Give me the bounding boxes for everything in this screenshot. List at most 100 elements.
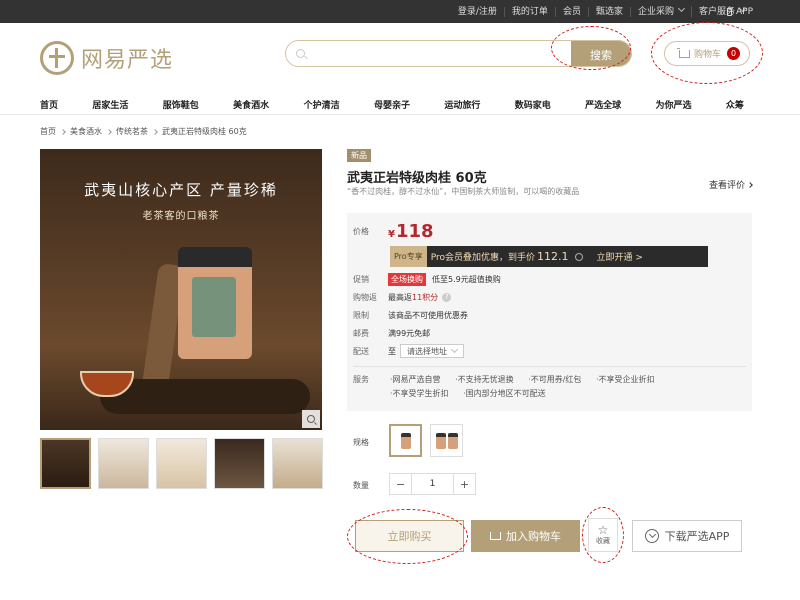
address-select[interactable]: 请选择地址 xyxy=(400,344,464,358)
price-panel: 价格 ¥118 Pro专享 Pro会员叠加优惠，到手价 112.1 立即开通 >… xyxy=(347,213,752,411)
spec-option[interactable] xyxy=(389,424,422,457)
logo[interactable]: 网易严选 xyxy=(40,41,173,75)
spec-option[interactable] xyxy=(430,424,463,457)
cart-icon xyxy=(490,532,501,540)
download-app-label: 下载严选APP xyxy=(664,530,730,543)
quantity-minus-button[interactable]: − xyxy=(390,474,412,494)
review-link-label: 查看评价 xyxy=(708,181,745,191)
price-number: 118 xyxy=(395,221,434,242)
promo-row: 促销 全场换购 低至5.9元超值换购 xyxy=(353,273,501,286)
quantity-label: 数量 xyxy=(353,481,369,490)
thumbnail[interactable] xyxy=(272,438,323,489)
product-info: 新品 武夷正岩特级肉桂 60克 “香不过肉桂，醇不过水仙”，中国制茶大师监制，可… xyxy=(347,149,753,196)
points-value: 11积分 xyxy=(412,293,439,302)
shipping-text: 满99元免邮 xyxy=(388,329,431,338)
app-link[interactable]: APP xyxy=(727,0,753,23)
login-link[interactable]: 登录/注册 xyxy=(451,6,505,17)
quantity-plus-button[interactable]: + xyxy=(453,474,475,494)
service-item: ·不可用券/红包 xyxy=(528,375,582,384)
service-item: ·不享受企业折扣 xyxy=(595,375,655,384)
pro-tag: Pro专享 xyxy=(390,246,427,267)
promo-label: 促销 xyxy=(353,275,369,284)
product-description: “香不过肉桂，醇不过水仙”，中国制茶大师监制，可以喝的收藏品 xyxy=(347,187,580,196)
annotation-oval xyxy=(651,22,763,84)
app-link-label: APP xyxy=(736,6,754,17)
nav-item-home[interactable]: 首页 xyxy=(40,98,58,111)
enterprise-link[interactable]: 企业采购 xyxy=(631,4,692,17)
nav-item-apparel[interactable]: 服饰鞋包 xyxy=(163,98,199,111)
product-title: 武夷正岩特级肉桂 60克 xyxy=(347,171,487,186)
breadcrumb-item[interactable]: 传统茗茶 xyxy=(116,126,148,137)
zoom-button[interactable] xyxy=(302,410,320,428)
nav-item-sports[interactable]: 运动旅行 xyxy=(444,98,480,111)
service-label-row: 服务 xyxy=(353,374,388,385)
service-list: ·网易严选自营 ·不支持无忧退换 ·不可用券/红包 ·不享受企业折扣 ·不享受学… xyxy=(390,373,730,401)
delivery-label: 配送 xyxy=(353,346,369,356)
annotation-oval xyxy=(582,507,624,563)
enterprise-link-label: 企业采购 xyxy=(637,7,674,17)
service-item: ·不享受学生折扣 xyxy=(390,389,449,398)
price-value: ¥118 xyxy=(388,221,434,242)
breadcrumb-current: 武夷正岩特级肉桂 60克 xyxy=(162,127,247,136)
info-icon[interactable] xyxy=(575,252,584,261)
annotation-oval xyxy=(347,509,468,564)
quantity-input[interactable]: 1 xyxy=(412,474,453,494)
shipping-label: 邮费 xyxy=(353,329,369,338)
top-bar: 登录/注册 我的订单 会员 甄选家 企业采购 客户服务 APP xyxy=(0,0,800,23)
download-icon xyxy=(644,529,659,543)
nav-item-food[interactable]: 美食酒水 xyxy=(233,98,269,111)
nav-item-baby[interactable]: 母婴亲子 xyxy=(374,98,410,111)
download-app-button[interactable]: 下载严选APP xyxy=(632,520,742,552)
service-item-text: 不可用券/红包 xyxy=(530,375,582,384)
breadcrumb-item[interactable]: 美食酒水 xyxy=(70,126,102,137)
new-badge: 新品 xyxy=(347,149,371,162)
pro-member-banner[interactable]: Pro专享 Pro会员叠加优惠，到手价 112.1 立即开通 > xyxy=(390,246,708,267)
promo-text[interactable]: 低至5.9元超值换购 xyxy=(432,274,501,285)
service-item-text: 网易严选自营 xyxy=(392,375,441,384)
add-to-cart-label: 加入购物车 xyxy=(506,530,561,543)
nav-item-home-living[interactable]: 居家生活 xyxy=(92,98,128,111)
search-input[interactable] xyxy=(312,44,562,64)
member-link[interactable]: 会员 xyxy=(556,6,589,17)
delivery-row: 配送 至 请选择地址 xyxy=(353,344,464,358)
shipping-row: 邮费 满99元免邮 xyxy=(353,328,430,339)
thumbnail[interactable] xyxy=(40,438,91,489)
review-link[interactable]: 查看评价 xyxy=(708,178,753,191)
nav-item-digital[interactable]: 数码家电 xyxy=(515,98,551,111)
pro-price: 112.1 xyxy=(536,250,569,263)
promo-tag: 全场换购 xyxy=(388,273,426,286)
add-to-cart-button[interactable]: 加入购物车 xyxy=(471,520,580,552)
tea-can xyxy=(178,247,252,359)
search-icon xyxy=(296,49,305,58)
price-label: 价格 xyxy=(353,227,369,236)
product-main-image[interactable]: 武夷山核心产区 产量珍稀 老茶客的口粮茶 xyxy=(40,149,322,430)
quantity-stepper: − 1 + xyxy=(389,473,476,495)
points-label: 购物返 xyxy=(353,293,377,302)
curator-link[interactable]: 甄选家 xyxy=(589,6,631,17)
price-row: 价格 ¥118 xyxy=(353,221,434,242)
thumbnail[interactable] xyxy=(156,438,207,489)
nav-items: 首页 居家生活 服饰鞋包 美食酒水 个护清洁 母婴亲子 运动旅行 数码家电 严选… xyxy=(40,93,744,115)
address-select-label: 请选择地址 xyxy=(407,346,447,356)
nav-item-crowdfunding[interactable]: 众筹 xyxy=(726,98,744,111)
currency-symbol: ¥ xyxy=(388,229,395,240)
image-subline: 老茶客的口粮茶 xyxy=(142,211,220,222)
logo-text: 网易严选 xyxy=(81,48,174,73)
limit-label: 限制 xyxy=(353,311,369,320)
chevron-right-icon xyxy=(747,182,753,188)
nav-item-global[interactable]: 严选全球 xyxy=(585,98,621,111)
jar-thumbnail xyxy=(435,432,446,449)
top-links: 登录/注册 我的订单 会员 甄选家 企业采购 客户服务 xyxy=(451,0,752,23)
pro-open-link[interactable]: 立即开通 > xyxy=(596,250,642,263)
breadcrumb-item[interactable]: 首页 xyxy=(40,126,56,137)
orders-link[interactable]: 我的订单 xyxy=(505,6,556,17)
nav-item-personal-care[interactable]: 个护清洁 xyxy=(304,98,340,111)
chevron-right-icon xyxy=(152,128,158,135)
help-icon[interactable]: ? xyxy=(442,293,452,302)
divider xyxy=(353,366,746,367)
service-item-text: 不享受学生折扣 xyxy=(392,389,449,398)
spec-label: 规格 xyxy=(353,438,369,447)
nav-item-for-you[interactable]: 为你严选 xyxy=(656,98,692,111)
thumbnail[interactable] xyxy=(98,438,149,489)
thumbnail[interactable] xyxy=(214,438,265,489)
